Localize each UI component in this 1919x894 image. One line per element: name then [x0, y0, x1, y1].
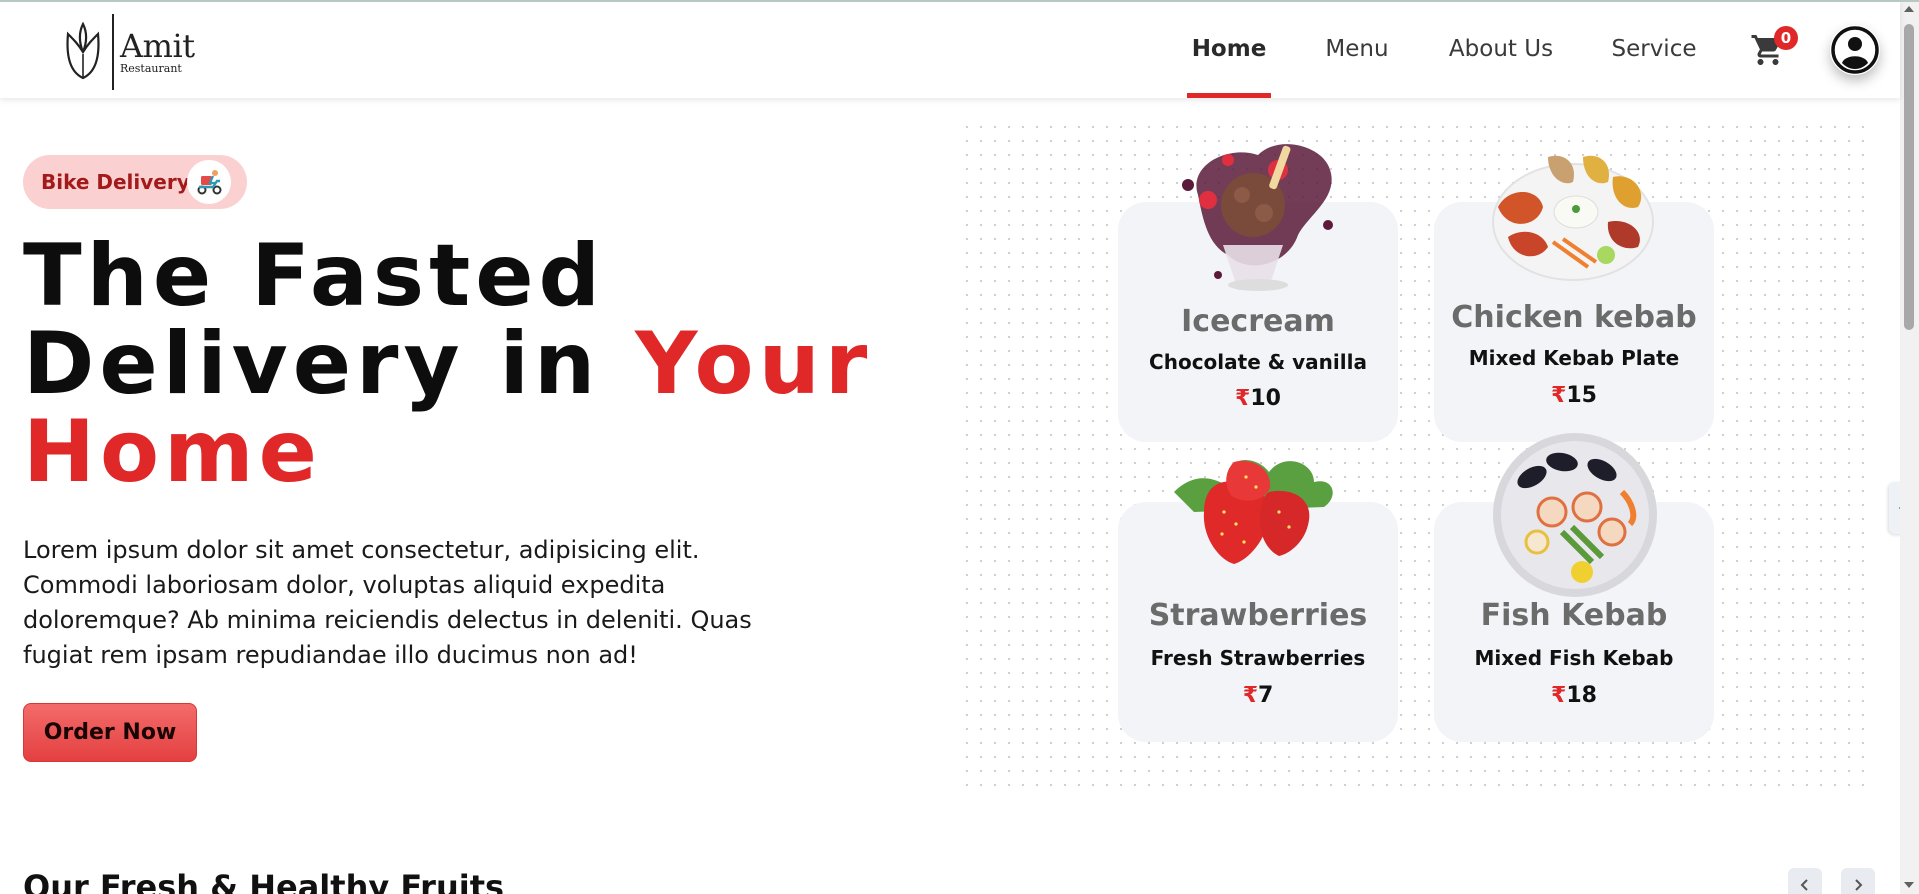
logo[interactable]: Amit Restaurant: [62, 14, 195, 90]
card-name: Strawberries: [1148, 598, 1368, 633]
chevron-right-icon: [1855, 879, 1863, 891]
logo-divider: [112, 14, 114, 90]
nav-service[interactable]: Service: [1610, 0, 1698, 98]
cart-count-badge: 0: [1774, 26, 1798, 50]
bike-delivery-badge[interactable]: Bike Delivery: [23, 155, 247, 209]
hero-description: Lorem ipsum dolor sit amet consectetur, …: [23, 536, 752, 669]
hero-title: The Fasted Delivery in Your Home: [23, 232, 872, 496]
price-value: 7: [1258, 683, 1274, 708]
vertical-scrollbar[interactable]: [1900, 0, 1919, 894]
card-price: ₹10: [1118, 386, 1398, 411]
strawberries-image: [1174, 460, 1333, 564]
currency-symbol: ₹: [1242, 683, 1258, 708]
section-title-fruits: Our Fresh & Healthy Fruits: [23, 868, 505, 894]
order-now-button[interactable]: Order Now: [23, 703, 197, 762]
user-circle-icon[interactable]: [1830, 25, 1880, 75]
card-subtitle: Mixed Fish Kebab: [1474, 646, 1674, 670]
scroll-down-arrow-icon[interactable]: [1904, 882, 1914, 888]
card-subtitle: Chocolate & vanilla: [1149, 350, 1367, 374]
price-value: 10: [1250, 386, 1281, 411]
dotted-background: [960, 120, 1870, 790]
card-subtitle: Fresh Strawberries: [1150, 646, 1366, 670]
card-price: ₹15: [1434, 383, 1714, 408]
hero-title-highlight-home: Home: [23, 402, 322, 502]
price-value: 18: [1566, 683, 1597, 708]
header: Amit Restaurant Home Menu About Us Servi…: [0, 0, 1900, 98]
hero-title-line1: The Fasted: [23, 226, 606, 326]
icecream-image: [1182, 144, 1333, 291]
slider-prev-button[interactable]: [1788, 868, 1822, 894]
currency-symbol: ₹: [1551, 383, 1567, 408]
chevron-left-icon: [1800, 879, 1808, 891]
tulip-logo-icon: [66, 22, 100, 80]
slider-next-button[interactable]: [1841, 868, 1875, 894]
logo-name: Amit: [120, 27, 195, 65]
card-price: ₹7: [1118, 683, 1398, 708]
logo-subtitle: Restaurant: [120, 62, 182, 75]
card-name: Fish Kebab: [1480, 598, 1668, 633]
card-subtitle: Mixed Kebab Plate: [1468, 346, 1680, 370]
kebab-plate-image: [1492, 155, 1654, 281]
scroll-thumb[interactable]: [1904, 24, 1914, 330]
nav-about-us[interactable]: About Us: [1446, 0, 1556, 98]
hero-title-line2: Delivery in: [23, 314, 636, 414]
nav-menu[interactable]: Menu: [1320, 0, 1394, 98]
nav-home[interactable]: Home: [1187, 0, 1271, 98]
badge-label: Bike Delivery: [41, 170, 190, 194]
scooter-delivery-icon: [187, 160, 231, 204]
card-price: ₹18: [1434, 683, 1714, 708]
price-value: 15: [1566, 383, 1597, 408]
window-top-line: [0, 0, 1919, 2]
fish-kebab-image: [1493, 433, 1657, 597]
currency-symbol: ₹: [1551, 683, 1567, 708]
currency-symbol: ₹: [1235, 386, 1251, 411]
card-name: Chicken kebab: [1451, 300, 1697, 335]
hero-title-highlight-your: Your: [635, 314, 873, 414]
card-name: Icecream: [1181, 304, 1335, 339]
scroll-up-arrow-icon[interactable]: [1904, 6, 1914, 12]
